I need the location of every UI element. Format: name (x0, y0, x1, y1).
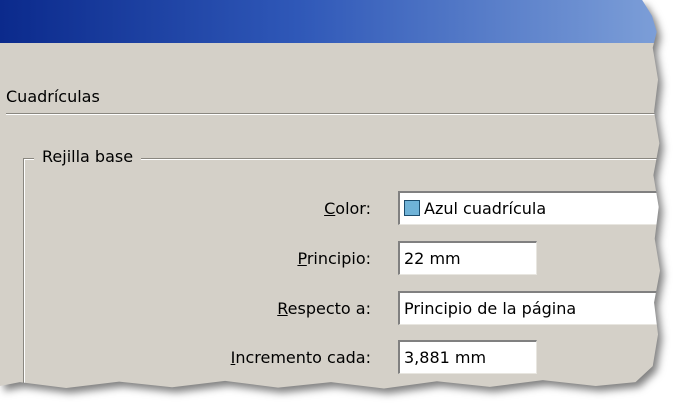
relative-to-select-value: Principio de la página (404, 299, 577, 318)
torn-paper-shadow: Cuadrículas Rejilla base Color: Azul cua… (0, 0, 679, 412)
preferences-dialog: Cuadrículas Rejilla base Color: Azul cua… (0, 0, 661, 389)
color-label-mnemonic: C (324, 199, 336, 218)
color-swatch-icon (404, 200, 420, 216)
increment-input-value: 3,881 mm (404, 348, 487, 367)
start-label-rest: rincipio: (306, 249, 371, 268)
dialog-titlebar[interactable] (0, 0, 661, 43)
increment-input[interactable]: 3,881 mm (398, 340, 537, 374)
group-title: Rejilla base (34, 147, 142, 166)
section-divider (6, 113, 656, 114)
increment-label: Incremento cada: (231, 348, 371, 367)
start-label-mnemonic: P (297, 249, 307, 268)
relative-to-label-rest: especto a: (287, 299, 371, 318)
section-title: Cuadrículas (6, 87, 100, 106)
color-label-rest: olor: (335, 199, 371, 218)
relative-to-label-mnemonic: R (277, 299, 288, 318)
increment-label-rest: ncremento cada: (235, 348, 371, 367)
start-input[interactable]: 22 mm (398, 241, 537, 275)
relative-to-label: Respecto a: (277, 299, 371, 318)
color-select-value: Azul cuadrícula (424, 199, 547, 218)
color-label: Color: (324, 199, 371, 218)
relative-to-select[interactable]: Principio de la página (398, 291, 661, 325)
color-select[interactable]: Azul cuadrícula (398, 191, 661, 225)
screenshot-stage: Cuadrículas Rejilla base Color: Azul cua… (0, 0, 679, 412)
next-input-partial[interactable] (398, 388, 537, 389)
start-input-value: 22 mm (404, 249, 461, 268)
start-label: Principio: (297, 249, 371, 268)
